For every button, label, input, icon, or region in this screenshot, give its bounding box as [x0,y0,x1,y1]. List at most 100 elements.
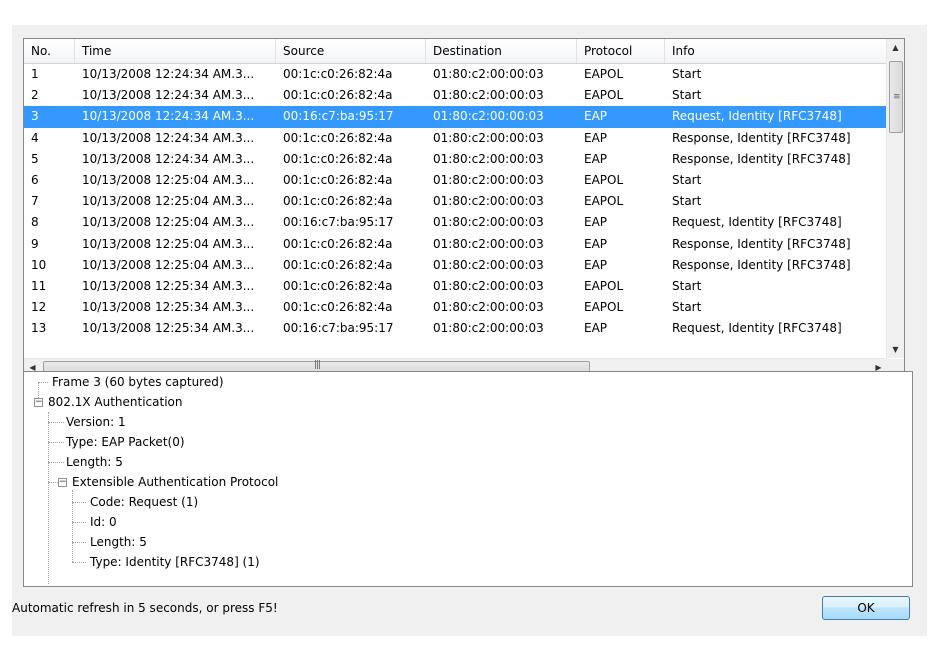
row-source: 00:1c:c0:26:82:4a [283,278,393,293]
row-time: 10/13/2008 12:25:04 AM.3... [82,172,255,187]
row-destination: 01:80:c2:00:00:03 [433,257,544,272]
row-source: 00:1c:c0:26:82:4a [283,257,393,272]
table-row[interactable]: 13 10/13/2008 12:25:34 AM.3... 00:16:c7:ba… [24,318,887,339]
row-info: Response, Identity [RFC3748] [672,130,851,145]
row-source: 00:16:c7:ba:95:17 [283,109,394,124]
row-protocol: EAPOL [584,172,624,187]
table-row[interactable]: 9 10/13/2008 12:25:04 AM.3... 00:1c:c0:26:… [24,234,887,255]
tree-connector [48,482,58,483]
row-destination: 01:80:c2:00:00:03 [433,321,544,336]
tree-node-id[interactable]: Id: 0 [90,512,117,532]
row-time: 10/13/2008 12:25:04 AM.3... [82,257,255,272]
packet-rows: 1 10/13/2008 12:24:34 AM.3... 00:1c:c0:26:… [24,64,887,358]
tree-connector [48,412,49,584]
minus-box-icon[interactable]: − [58,478,67,487]
table-row[interactable]: 11 10/13/2008 12:25:34 AM.3... 00:1c:c0:26… [24,276,887,297]
row-destination: 01:80:c2:00:00:03 [433,172,544,187]
column-header-destination[interactable]: Destination [426,39,577,63]
status-text: Automatic refresh in 5 seconds, or press… [12,601,278,615]
row-no: 2 [31,88,39,103]
table-row[interactable]: 8 10/13/2008 12:25:04 AM.3... 00:16:c7:ba:… [24,212,887,233]
table-row[interactable]: 6 10/13/2008 12:25:04 AM.3... 00:1c:c0:26:… [24,170,887,191]
table-row[interactable]: 1 10/13/2008 12:24:34 AM.3... 00:1c:c0:26:… [24,64,887,85]
tree-connector [38,382,48,383]
row-protocol: EAPOL [584,194,624,209]
table-row[interactable]: 12 10/13/2008 12:25:34 AM.3... 00:1c:c0:26… [24,297,887,318]
tree-connector [72,522,86,523]
table-row[interactable]: 2 10/13/2008 12:24:34 AM.3... 00:1c:c0:26:… [24,85,887,106]
row-no: 11 [31,278,47,293]
row-time: 10/13/2008 12:24:34 AM.3... [82,67,255,81]
row-no: 12 [31,300,47,315]
tree-connector [48,462,64,463]
tree-node-eap-length[interactable]: Length: 5 [90,532,147,552]
row-source: 00:1c:c0:26:82:4a [283,67,393,81]
vertical-scrollbar[interactable]: ▲ ≡ ▼ [886,39,904,358]
tree-node-length[interactable]: Length: 5 [66,452,123,472]
row-destination: 01:80:c2:00:00:03 [433,300,544,315]
column-header-protocol[interactable]: Protocol [577,39,665,63]
tree-connector [48,422,64,423]
row-info: Request, Identity [RFC3748] [672,321,842,336]
tree-node-eap[interactable]: Extensible Authentication Protocol [72,472,278,492]
column-header-no[interactable]: No. [24,39,75,63]
table-row[interactable]: 4 10/13/2008 12:24:34 AM.3... 00:1c:c0:26:… [24,128,887,149]
row-protocol: EAP [584,215,608,230]
row-destination: 01:80:c2:00:00:03 [433,278,544,293]
row-info: Start [672,194,702,209]
row-source: 00:16:c7:ba:95:17 [283,321,394,336]
row-source: 00:1c:c0:26:82:4a [283,88,393,103]
chevron-down-icon[interactable]: ▼ [887,341,904,358]
row-source: 00:1c:c0:26:82:4a [283,172,393,187]
table-row[interactable]: 7 10/13/2008 12:25:04 AM.3... 00:1c:c0:26:… [24,191,887,212]
ok-button[interactable]: OK [822,596,910,620]
row-no: 3 [31,109,39,124]
row-time: 10/13/2008 12:24:34 AM.3... [82,130,255,145]
row-time: 10/13/2008 12:25:04 AM.3... [82,215,255,230]
packet-list-header: No. Time Source Destination Protocol Inf… [24,39,887,64]
row-no: 10 [31,257,47,272]
row-info: Response, Identity [RFC3748] [672,257,851,272]
row-protocol: EAPOL [584,88,624,103]
row-no: 8 [31,215,39,230]
row-destination: 01:80:c2:00:00:03 [433,236,544,251]
row-time: 10/13/2008 12:24:34 AM.3... [82,151,255,166]
vertical-scroll-thumb[interactable]: ≡ [889,61,903,133]
row-source: 00:1c:c0:26:82:4a [283,236,393,251]
tree-node-code[interactable]: Code: Request (1) [90,492,198,512]
minus-box-icon[interactable]: − [34,398,43,407]
tree-node-frame[interactable]: Frame 3 (60 bytes captured) [52,372,224,392]
packet-detail-tree[interactable]: Frame 3 (60 bytes captured) − 802.1X Aut… [23,371,913,587]
row-no: 13 [31,321,47,336]
row-protocol: EAPOL [584,300,624,315]
row-info: Start [672,67,702,81]
row-protocol: EAPOL [584,278,624,293]
tree-connector [72,562,86,563]
tree-connector [72,490,73,562]
tree-node-eap-type[interactable]: Type: Identity [RFC3748] (1) [90,552,260,572]
column-header-time[interactable]: Time [75,39,276,63]
chevron-up-icon[interactable]: ▲ [887,39,904,56]
table-row[interactable]: 3 10/13/2008 12:24:34 AM.3... 00:16:c7:ba:… [24,106,887,128]
row-protocol: EAP [584,151,608,166]
row-destination: 01:80:c2:00:00:03 [433,109,544,124]
tree-connector [72,542,86,543]
row-no: 7 [31,194,39,209]
packet-list[interactable]: No. Time Source Destination Protocol Inf… [23,38,905,377]
tree-connector [48,442,64,443]
row-source: 00:1c:c0:26:82:4a [283,300,393,315]
table-row[interactable]: 10 10/13/2008 12:25:04 AM.3... 00:1c:c0:26… [24,255,887,276]
row-info: Start [672,172,702,187]
table-row[interactable]: 5 10/13/2008 12:24:34 AM.3... 00:1c:c0:26:… [24,149,887,170]
row-time: 10/13/2008 12:24:34 AM.3... [82,88,255,103]
row-info: Start [672,88,702,103]
column-header-info[interactable]: Info [665,39,887,63]
tree-node-8021x[interactable]: 802.1X Authentication [48,392,182,412]
tree-node-version[interactable]: Version: 1 [66,412,126,432]
row-protocol: EAP [584,321,608,336]
row-no: 1 [31,67,39,81]
row-no: 9 [31,236,39,251]
row-no: 5 [31,151,39,166]
column-header-source[interactable]: Source [276,39,426,63]
tree-node-type[interactable]: Type: EAP Packet(0) [66,432,185,452]
